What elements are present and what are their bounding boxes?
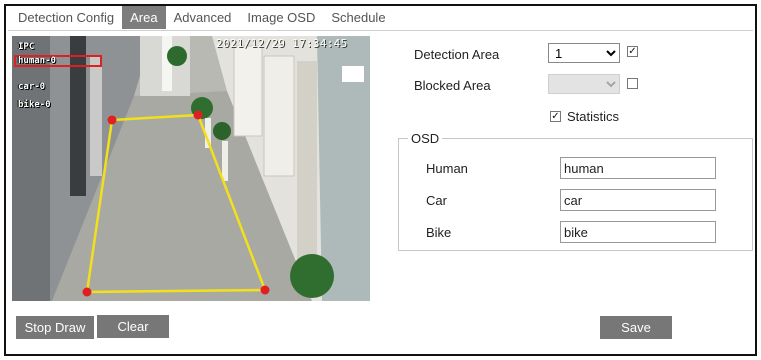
osd-bike-input[interactable] bbox=[560, 221, 716, 243]
osd-legend: OSD bbox=[408, 131, 443, 146]
osd-bike-label: Bike bbox=[426, 225, 452, 240]
blocked-area-checkbox[interactable] bbox=[627, 78, 638, 89]
tab-image-osd[interactable]: Image OSD bbox=[239, 6, 323, 29]
blocked-area-label: Blocked Area bbox=[414, 78, 491, 93]
check-icon: ✓ bbox=[628, 46, 637, 57]
osd-bike-count: bike-0 bbox=[18, 100, 51, 110]
video-timestamp: 2021/12/29 17:34:45 bbox=[216, 37, 348, 50]
tab-schedule[interactable]: Schedule bbox=[323, 6, 393, 29]
blocked-area-select[interactable] bbox=[548, 74, 620, 94]
tab-area[interactable]: Area bbox=[122, 6, 166, 29]
area-vertex-handle bbox=[82, 287, 92, 297]
detection-area-label: Detection Area bbox=[414, 47, 500, 62]
osd-human-count: human-0 bbox=[18, 56, 56, 66]
tab-advanced[interactable]: Advanced bbox=[166, 6, 240, 29]
detection-area-select[interactable]: 1 bbox=[548, 43, 620, 63]
check-icon: ✓ bbox=[551, 111, 560, 122]
osd-car-label: Car bbox=[426, 193, 447, 208]
osd-human-label: Human bbox=[426, 161, 468, 176]
video-preview[interactable]: 2021/12/29 17:34:45 IPC human-0 car-0 bi… bbox=[12, 36, 370, 301]
camera-scene bbox=[12, 36, 370, 301]
area-vertex-handle bbox=[193, 110, 203, 120]
save-button[interactable]: Save bbox=[600, 316, 672, 339]
area-vertex-handle bbox=[260, 285, 270, 295]
tab-bar: Detection Config Area Advanced Image OSD… bbox=[10, 6, 394, 29]
statistics-label: Statistics bbox=[567, 109, 620, 124]
tab-detection-config[interactable]: Detection Config bbox=[10, 6, 122, 29]
stop-draw-button[interactable]: Stop Draw bbox=[16, 316, 94, 339]
osd-car-input[interactable] bbox=[560, 189, 716, 211]
area-vertex-handle bbox=[107, 115, 117, 125]
osd-car-count: car-0 bbox=[18, 82, 46, 92]
clear-button[interactable]: Clear bbox=[97, 315, 169, 338]
osd-human-input[interactable] bbox=[560, 157, 716, 179]
statistics-checkbox[interactable]: ✓ bbox=[550, 111, 561, 122]
tab-divider bbox=[8, 30, 753, 31]
detection-area-checkbox[interactable]: ✓ bbox=[627, 46, 638, 57]
osd-ipc-label: IPC bbox=[18, 42, 35, 52]
